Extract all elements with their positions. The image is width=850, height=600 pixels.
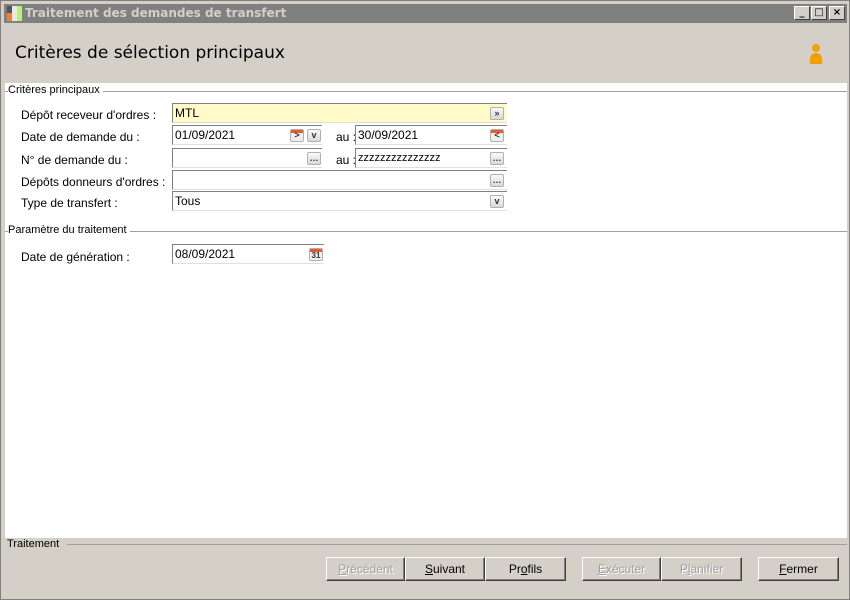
calendar-prev-icon[interactable]: <: [490, 129, 504, 142]
calendar-next-icon[interactable]: >: [290, 129, 304, 142]
calendar-icon[interactable]: 31: [309, 248, 323, 261]
num-label: N° de demande du :: [21, 153, 128, 167]
close-button[interactable]: ×: [829, 6, 845, 20]
planifier-button[interactable]: Planifier: [661, 557, 742, 581]
user-icon[interactable]: [808, 43, 824, 65]
button-label-pre: Pr: [508, 562, 521, 576]
button-label-key: o: [520, 562, 528, 576]
section-footer-label: Traitement: [7, 538, 60, 550]
executer-button[interactable]: Exécuter: [582, 557, 661, 581]
au-label: au :: [336, 130, 357, 144]
app-icon: [7, 6, 22, 21]
button-label-key: P: [338, 562, 347, 576]
type-value: Tous: [175, 194, 201, 208]
gen-date-input[interactable]: 08/09/2021 31: [172, 244, 324, 264]
num-to-input[interactable]: zzzzzzzzzzzzzzz …: [355, 148, 507, 168]
minimize-button[interactable]: _: [794, 6, 810, 20]
suivant-button[interactable]: Suivant: [405, 557, 485, 581]
button-label-key: E: [597, 562, 606, 576]
type-select[interactable]: Tous v: [172, 191, 507, 211]
double-chevron-down-icon[interactable]: »: [490, 107, 504, 120]
date-from-value: 01/09/2021: [175, 128, 236, 142]
num-to-value: zzzzzzzzzzzzzzz: [358, 152, 441, 164]
gen-date-value: 08/09/2021: [175, 247, 236, 261]
section-params-label: Paramètre du traitement: [8, 224, 130, 236]
button-label-post: xécuter: [605, 562, 646, 576]
profils-button[interactable]: Profils: [485, 557, 566, 581]
section-main-label: Critères principaux: [8, 84, 103, 96]
date-to-value: 30/09/2021: [358, 128, 419, 142]
button-label-pre: P: [679, 562, 688, 576]
button-label-post: fils: [527, 562, 543, 576]
precedent-button[interactable]: Précédent: [326, 557, 405, 581]
num-from-input[interactable]: …: [172, 148, 322, 168]
au-label: au :: [336, 153, 357, 167]
header: Critères de sélection principaux: [5, 23, 847, 83]
criteria-panel: Critères principaux Dépôt receveur d'ord…: [5, 83, 847, 538]
button-label-key: F: [779, 562, 787, 576]
ellipsis-icon[interactable]: …: [490, 174, 504, 187]
window: Traitement des demandes de transfert _ □…: [0, 0, 850, 600]
gen-label: Date de génération :: [21, 250, 130, 264]
date-from-input[interactable]: 01/09/2021 > v: [172, 125, 322, 145]
depot-select[interactable]: MTL »: [172, 103, 507, 123]
page-title: Critères de sélection principaux: [15, 43, 285, 63]
depot-label: Dépôt receveur d'ordres :: [21, 108, 157, 122]
button-label-post: récédent: [346, 562, 393, 576]
window-title: Traitement des demandes de transfert: [25, 6, 287, 20]
type-label: Type de transfert :: [21, 196, 118, 210]
button-label-key: S: [424, 562, 433, 576]
button-label-post: ermer: [786, 562, 818, 576]
donneurs-input[interactable]: …: [172, 170, 507, 190]
date-to-input[interactable]: 30/09/2021 <: [355, 125, 507, 145]
chevron-down-icon[interactable]: v: [307, 129, 321, 142]
footer: Traitement Précédent Suivant Profils Exécut…: [5, 538, 847, 596]
chevron-down-icon[interactable]: v: [490, 195, 504, 208]
fermer-button[interactable]: Fermer: [758, 557, 839, 581]
title-bar[interactable]: Traitement des demandes de transfert _ □…: [4, 4, 847, 23]
button-label-post: anifier: [690, 562, 724, 576]
date-label: Date de demande du :: [21, 130, 140, 144]
donneurs-label: Dépôts donneurs d'ordres :: [21, 175, 166, 189]
ellipsis-icon[interactable]: …: [490, 152, 504, 165]
ellipsis-icon[interactable]: …: [307, 152, 321, 165]
depot-value: MTL: [175, 106, 199, 120]
button-label-post: uivant: [432, 562, 466, 576]
maximize-button[interactable]: □: [811, 6, 827, 20]
